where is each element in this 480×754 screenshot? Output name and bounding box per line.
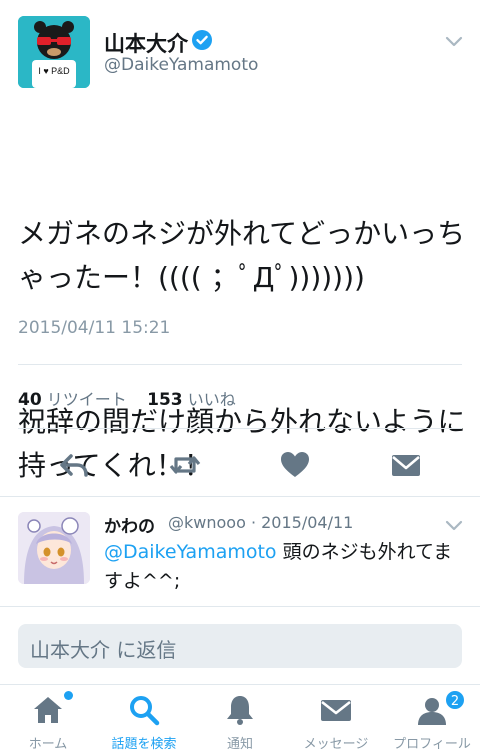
new-content-dot: [64, 691, 73, 700]
tweet-stats: 40 リツイート 153 いいね: [18, 386, 236, 410]
tab-label: 通知: [226, 737, 253, 752]
like-label[interactable]: いいね: [188, 390, 236, 409]
author-avatar[interactable]: I ♥ P&D: [18, 16, 90, 88]
tab-label: プロフィール: [393, 737, 471, 752]
verified-badge-icon: [192, 30, 212, 50]
bell-icon: [227, 696, 253, 725]
reply-input[interactable]: 山本大介 に返信: [18, 624, 462, 668]
tweet-timestamp[interactable]: 2015/04/11 15:21: [18, 318, 170, 338]
reply-text: @DaikeYamamoto 頭のネジも外れてますよ^^;: [104, 538, 464, 596]
tab-search[interactable]: 話題を検索: [96, 685, 192, 754]
tab-messages[interactable]: メッセージ: [288, 685, 384, 754]
tweet-header: I ♥ P&D 山本大介 @DaikeYamamoto: [0, 0, 480, 100]
envelope-icon: [321, 700, 351, 721]
retweet-label[interactable]: リツイート: [47, 390, 127, 409]
chevron-down-icon[interactable]: [444, 34, 464, 48]
divider: [18, 428, 462, 429]
reply-icon[interactable]: [57, 448, 91, 482]
tab-home[interactable]: ホーム: [0, 685, 96, 754]
tab-label: メッセージ: [303, 737, 369, 752]
heart-icon[interactable]: [278, 448, 312, 482]
retweet-count[interactable]: 40: [18, 390, 42, 410]
reply-avatar[interactable]: [18, 512, 90, 584]
reply-handle-date[interactable]: @kwnooo · 2015/04/11: [168, 513, 353, 532]
tab-notifications[interactable]: 通知: [192, 685, 288, 754]
reply-mention-link[interactable]: @DaikeYamamoto: [104, 541, 277, 563]
divider: [18, 364, 462, 365]
bottom-tab-bar: ホーム 話題を検索 通知 メッセージ 2 プロフィール: [0, 684, 480, 754]
anime-girl-avatar-icon: [18, 512, 90, 584]
divider: [0, 606, 480, 607]
tab-profile[interactable]: 2 プロフィール: [384, 685, 480, 754]
profile-badge: 2: [444, 689, 466, 711]
tweet-actions: [0, 440, 480, 490]
search-icon: [130, 696, 160, 726]
author-handle[interactable]: @DaikeYamamoto: [104, 55, 258, 75]
home-icon: [34, 697, 62, 723]
retweet-icon[interactable]: [168, 448, 202, 482]
envelope-icon[interactable]: [389, 448, 423, 482]
author-name[interactable]: 山本大介: [104, 28, 188, 58]
tweet-paragraph: メガネのネジが外れてどっかいっちゃったー！(((( ；ﾟДﾟ))))))): [18, 217, 466, 294]
like-count[interactable]: 153: [147, 390, 183, 410]
reply-tweet[interactable]: かわの @kwnooo · 2015/04/11 @DaikeYamamoto …: [0, 498, 480, 606]
reply-input-placeholder: 山本大介 に返信: [30, 638, 177, 662]
divider: [0, 496, 480, 497]
tab-label: ホーム: [28, 737, 68, 752]
bear-mascot-icon: I ♥ P&D: [18, 16, 90, 88]
tab-label: 話題を検索: [111, 737, 177, 752]
reply-author-name[interactable]: かわの: [104, 512, 155, 537]
avatar-shirt-text: I ♥ P&D: [38, 66, 70, 76]
chevron-down-icon[interactable]: [444, 518, 464, 532]
